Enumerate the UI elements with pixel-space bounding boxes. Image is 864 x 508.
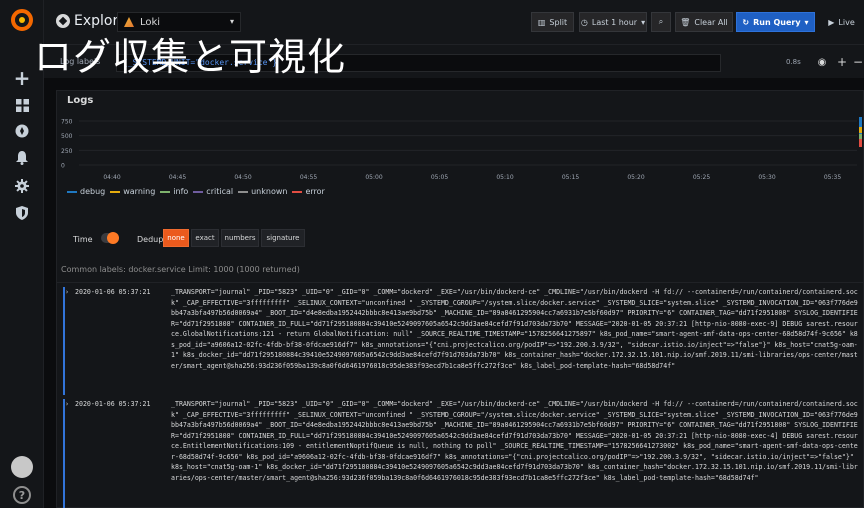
split-button[interactable]: ▥ Split [531,12,574,32]
dedup-label: Dedup [137,235,164,244]
x-tick-label: 05:20 [627,174,644,181]
chevron-right-icon[interactable]: › [65,399,69,410]
loki-logo-icon [124,17,134,27]
dashboards-grid-icon[interactable] [12,95,32,115]
x-tick-label: 04:50 [234,174,251,181]
chevron-down-icon: ▾ [229,17,234,26]
legend-item-debug[interactable]: debug [67,187,105,196]
logs-volume-graph: 750 500 250 0 04:40 04:45 04:50 04:55 05:00 05:05… [61,117,862,181]
eye-icon[interactable]: ◉ [814,54,830,70]
time-toggle-label: Time [73,235,93,244]
x-tick-label: 05:15 [562,174,579,181]
log-options-row: Time Dedup none exact numbers signature [57,227,864,253]
run-query-button[interactable]: ↻ Run Query ▾ [736,12,815,32]
legend-swatch [160,190,171,193]
x-tick-label: 05:25 [693,174,710,181]
legend-item-unknown[interactable]: unknown [238,187,287,196]
create-plus-icon[interactable]: + [12,66,32,90]
dedup-exact-button[interactable]: exact [191,229,219,247]
chevron-down-icon: ▾ [804,17,809,27]
x-tick-label: 04:55 [300,174,317,181]
y-tick-label: 0 [61,163,65,170]
legend-label: warning [123,187,156,196]
legend-label: error [305,187,325,196]
log-timestamp: 2020-01-06 05:37:21 [75,288,151,296]
graph-series-bar [859,139,862,147]
user-avatar[interactable] [11,456,33,478]
graph-legend: debug warning info critical unknown error [67,187,325,196]
y-tick-label: 500 [61,133,73,140]
legend-swatch [67,190,77,193]
configuration-gear-icon[interactable] [12,176,32,196]
zoom-out-button[interactable]: ⌕ [651,12,671,32]
legend-label: critical [206,187,234,196]
x-tick-label: 05:10 [496,174,513,181]
live-button[interactable]: ▶ Live [819,12,864,32]
add-query-icon[interactable]: + [834,54,850,70]
legend-label: unknown [251,187,288,196]
x-tick-label: 05:05 [431,174,448,181]
legend-item-error[interactable]: error [292,187,325,196]
time-range-picker[interactable]: ◷ Last 1 hour ▾ [579,12,647,32]
datasource-name: Loki [140,16,161,28]
log-timestamp: 2020-01-06 05:37:21 [75,400,151,408]
explore-icon [56,14,70,28]
logs-panel: Logs 750 500 250 0 04:40 04:45 04:50 04:55 05:00… [56,90,864,508]
remove-query-icon[interactable]: − [850,54,864,70]
log-message: _TRANSPORT="journal" _PID="5823" _UID="0… [171,288,858,370]
log-level-bar [63,399,65,508]
legend-label: info [173,187,189,196]
server-admin-shield-icon[interactable] [12,203,32,223]
trash-icon: 🗑 [680,17,691,27]
legend-swatch [292,190,303,193]
legend-item-critical[interactable]: critical [193,187,233,196]
time-toggle[interactable] [101,232,119,244]
graph-series-bar [859,127,862,133]
legend-item-info[interactable]: info [160,187,188,196]
chevron-down-icon: ▾ [641,17,646,27]
log-level-bar [63,287,65,395]
dedup-none-button[interactable]: none [163,229,189,247]
alerting-bell-icon[interactable] [12,148,32,168]
clear-all-button[interactable]: 🗑 Clear All [675,12,733,32]
x-tick-label: 05:35 [824,174,841,181]
log-row[interactable]: › 2020-01-06 05:37:21 _TRANSPORT="journa… [63,399,861,508]
grafana-logo-icon[interactable] [10,8,34,32]
clock-icon: ◷ [580,17,588,27]
explore-compass-icon[interactable] [12,121,32,141]
legend-swatch [238,190,249,193]
chevron-right-icon[interactable]: › [65,287,69,298]
log-list: › 2020-01-06 05:37:21 _TRANSPORT="journa… [57,282,864,508]
refresh-icon: ↻ [742,17,750,27]
logs-title: Logs [67,95,94,106]
log-message: _TRANSPORT="journal" _PID="5823" _UID="0… [171,400,858,482]
y-tick-label: 750 [61,119,73,126]
y-tick-label: 250 [61,148,73,155]
x-tick-label: 04:40 [103,174,120,181]
legend-swatch [110,190,121,193]
legend-item-warning[interactable]: warning [110,187,155,196]
query-duration: 0.8s [786,58,801,66]
x-tick-label: 05:30 [758,174,775,181]
help-icon[interactable]: ? [13,486,31,504]
zoom-out-icon: ⌕ [658,17,664,26]
log-row[interactable]: › 2020-01-06 05:37:21 _TRANSPORT="journa… [63,287,861,395]
split-icon: ▥ [537,17,546,27]
x-tick-label: 04:45 [169,174,186,181]
datasource-picker[interactable]: Loki ▾ [117,12,241,32]
common-labels: Common labels: docker.service Limit: 100… [61,265,300,274]
play-icon: ▶ [828,17,835,27]
dedup-signature-button[interactable]: signature [261,229,305,247]
x-tick-label: 05:00 [365,174,382,181]
dedup-numbers-button[interactable]: numbers [221,229,259,247]
legend-label: debug [80,187,106,196]
legend-swatch [193,190,204,193]
overlay-title: ログ収集と可視化 [34,35,347,79]
